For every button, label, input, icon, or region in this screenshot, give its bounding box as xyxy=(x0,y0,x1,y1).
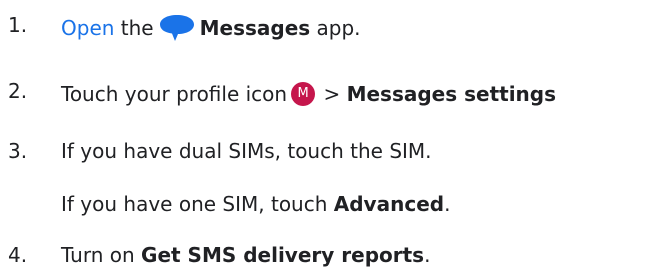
delivery-reports-label: Get SMS delivery reports xyxy=(141,243,425,267)
profile-avatar-icon: M xyxy=(291,81,316,106)
step-number: 3. xyxy=(8,139,28,163)
step-text: . xyxy=(424,243,431,267)
messages-app-name: Messages xyxy=(199,16,311,40)
step-3-line-2: If you have one SIM, touch Advanced. xyxy=(61,190,450,218)
step-text: If you have one SIM, touch xyxy=(61,192,334,216)
instruction-steps: 1. Open the Messages app. 2. Touch your p… xyxy=(0,0,668,273)
messages-app-icon xyxy=(157,13,197,43)
step-3-line-1: If you have dual SIMs, touch the SIM. xyxy=(61,139,432,163)
step-2: Touch your profile icon M > Messages sett… xyxy=(61,80,556,108)
step-text: > xyxy=(317,82,347,106)
advanced-label: Advanced xyxy=(333,192,445,216)
messages-settings-label: Messages settings xyxy=(346,82,557,106)
step-1: Open the Messages app. xyxy=(61,14,361,45)
open-link[interactable]: Open xyxy=(61,16,114,40)
step-4: Turn on Get SMS delivery reports. xyxy=(61,241,430,269)
step-number: 2. xyxy=(8,79,28,103)
step-text: Touch your profile icon xyxy=(61,82,288,106)
step-text: Turn on xyxy=(61,243,142,267)
step-number: 4. xyxy=(8,243,28,267)
step-text: . xyxy=(444,192,451,216)
step-number: 1. xyxy=(8,13,28,37)
step-text: the xyxy=(114,16,154,40)
step-text: app. xyxy=(310,16,361,40)
